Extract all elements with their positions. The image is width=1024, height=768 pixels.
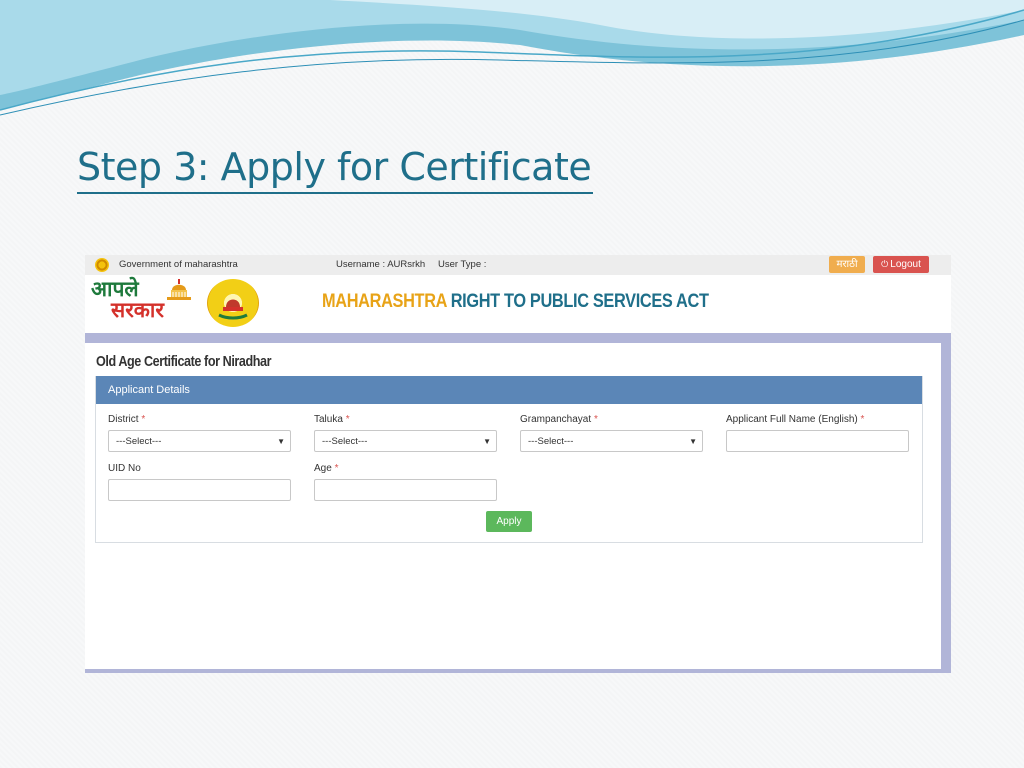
age-label-text: Age bbox=[314, 463, 332, 474]
logout-label: Logout bbox=[890, 259, 921, 270]
page-title: Old Age Certificate for Niradhar bbox=[96, 353, 272, 370]
required-mark: * bbox=[345, 414, 350, 425]
age-input[interactable] bbox=[314, 479, 497, 501]
user-type-label: User Type : bbox=[438, 259, 487, 270]
top-bar: Government of maharashtra Username : AUR… bbox=[85, 255, 951, 275]
required-mark: * bbox=[860, 414, 865, 425]
uid-input[interactable] bbox=[108, 479, 291, 501]
grampanchayat-label: Grampanchayat * bbox=[520, 414, 598, 425]
taluka-select[interactable]: ---Select--- ▼ bbox=[314, 430, 497, 452]
site-header: आपले सरकार MAHARASHTRA RIGHT TO PUBLIC S… bbox=[85, 275, 951, 333]
age-label: Age * bbox=[314, 463, 338, 474]
main-content: Old Age Certificate for Niradhar Applica… bbox=[85, 343, 941, 669]
applicant-name-label: Applicant Full Name (English) * bbox=[726, 414, 864, 425]
logout-button[interactable]: ⏻ Logout bbox=[873, 256, 929, 273]
grampanchayat-select[interactable]: ---Select--- ▼ bbox=[520, 430, 703, 452]
emblem-icon bbox=[95, 258, 109, 272]
required-mark: * bbox=[334, 463, 339, 474]
dropdown-caret-icon: ▼ bbox=[277, 437, 285, 446]
taluka-label-text: Taluka bbox=[314, 414, 343, 425]
logo-line-2: सरकार bbox=[111, 298, 164, 322]
government-label: Government of maharashtra bbox=[119, 259, 238, 270]
taluka-select-value: ---Select--- bbox=[322, 436, 368, 447]
decorative-waves bbox=[0, 0, 1024, 116]
taluka-label: Taluka * bbox=[314, 414, 350, 425]
act-title-rest: RIGHT TO PUBLIC SERVICES ACT bbox=[446, 291, 709, 312]
applicant-name-label-text: Applicant Full Name (English) bbox=[726, 414, 858, 425]
dropdown-caret-icon: ▼ bbox=[689, 437, 697, 446]
act-title-state: MAHARASHTRA bbox=[322, 291, 447, 312]
required-mark: * bbox=[141, 414, 146, 425]
power-icon: ⏻ bbox=[881, 259, 889, 269]
district-select[interactable]: ---Select--- ▼ bbox=[108, 430, 291, 452]
district-select-value: ---Select--- bbox=[116, 436, 162, 447]
applicant-name-input[interactable] bbox=[726, 430, 909, 452]
dome-icon bbox=[167, 279, 191, 300]
uid-label: UID No bbox=[108, 463, 141, 474]
seal-icon bbox=[207, 279, 259, 327]
grampanchayat-label-text: Grampanchayat bbox=[520, 414, 592, 425]
username-label: Username : AURsrkh bbox=[336, 259, 426, 270]
applicant-details-panel: Applicant Details District * ---Select--… bbox=[95, 376, 923, 543]
district-label-text: District bbox=[108, 414, 139, 425]
district-label: District * bbox=[108, 414, 145, 425]
dropdown-caret-icon: ▼ bbox=[483, 437, 491, 446]
marathi-language-button[interactable]: मराठी bbox=[829, 256, 865, 273]
panel-header: Applicant Details bbox=[96, 376, 922, 404]
grampanchayat-select-value: ---Select--- bbox=[528, 436, 574, 447]
required-mark: * bbox=[593, 414, 598, 425]
act-title: MAHARASHTRA RIGHT TO PUBLIC SERVICES ACT bbox=[322, 291, 709, 313]
screenshot-frame: Government of maharashtra Username : AUR… bbox=[85, 255, 951, 673]
slide-title: Step 3: Apply for Certificate bbox=[77, 142, 594, 194]
apply-button[interactable]: Apply bbox=[486, 511, 532, 532]
